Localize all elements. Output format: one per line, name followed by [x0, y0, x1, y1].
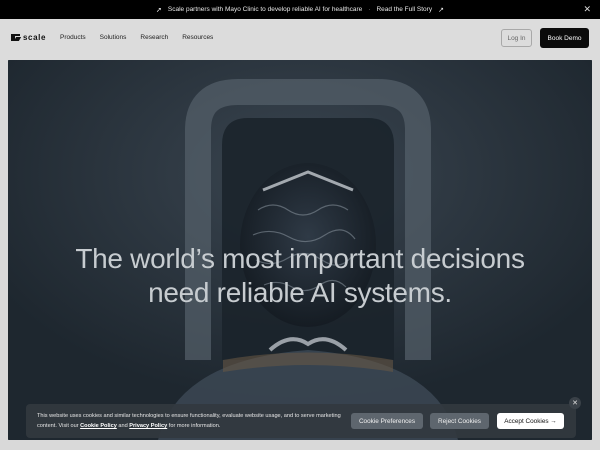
nav-link-products[interactable]: Products — [60, 34, 86, 41]
cookie-banner: This website uses cookies and similar te… — [26, 404, 576, 438]
announcement-cta-link[interactable]: Read the Full Story — [376, 6, 432, 13]
cookie-text-outro: for more information. — [167, 423, 221, 429]
scale-logo-icon — [11, 34, 22, 41]
login-button[interactable]: Log In — [501, 29, 532, 47]
reject-cookies-button[interactable]: Reject Cookies — [430, 413, 489, 429]
hero-headline-line-1: The world’s most important decisions — [75, 243, 525, 274]
hero-section: The world’s most important decisions nee… — [8, 60, 592, 440]
logo-wordmark: scale — [23, 33, 47, 42]
cookie-close-icon[interactable]: ✕ — [569, 397, 581, 409]
nav-link-solutions[interactable]: Solutions — [100, 34, 127, 41]
hero-headline-line-2: need reliable AI systems. — [148, 277, 452, 308]
hero-headline: The world’s most important decisions nee… — [8, 242, 592, 310]
top-navigation: scale Products Solutions Research Resour… — [0, 19, 600, 60]
cookie-text-and: and — [116, 423, 130, 429]
cookie-preferences-button[interactable]: Cookie Preferences — [351, 413, 423, 429]
privacy-policy-link[interactable]: Privacy Policy — [129, 423, 167, 429]
accept-cookies-button[interactable]: Accept Cookies → — [497, 413, 564, 429]
scale-logo[interactable]: scale — [11, 33, 46, 42]
arrow-sparkle-icon: ➚ — [156, 6, 162, 14]
cookie-policy-link[interactable]: Cookie Policy — [80, 423, 117, 429]
nav-link-resources[interactable]: Resources — [182, 34, 213, 41]
book-demo-button[interactable]: Book Demo — [540, 28, 589, 48]
nav-link-research[interactable]: Research — [140, 34, 168, 41]
close-icon[interactable]: ✕ — [583, 4, 591, 15]
announcement-separator: · — [368, 6, 371, 13]
cookie-text: This website uses cookies and similar te… — [37, 411, 347, 431]
nav-links: Products Solutions Research Resources — [60, 34, 213, 41]
arrow-up-right-icon: ↗ — [438, 6, 444, 14]
announcement-text: Scale partners with Mayo Clinic to devel… — [167, 6, 363, 13]
announcement-bar[interactable]: ➚ Scale partners with Mayo Clinic to dev… — [0, 0, 600, 19]
